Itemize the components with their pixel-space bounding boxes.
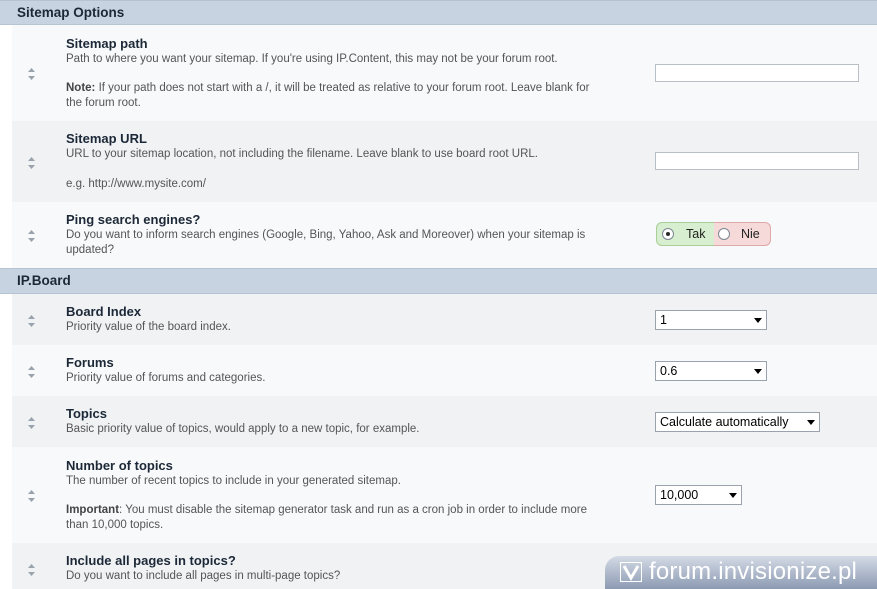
- board-index-select[interactable]: 1: [655, 310, 767, 330]
- select-value: 0.6: [660, 364, 678, 378]
- setting-description: Do you want to inform search engines (Go…: [66, 229, 586, 256]
- setting-important: Important: You must disable the sitemap …: [66, 503, 606, 533]
- topics-select[interactable]: Calculate automatically: [655, 412, 820, 432]
- select-value: Calculate automatically: [660, 415, 789, 429]
- chevron-down-icon: [807, 420, 815, 425]
- setting-label: Include all pages in topics?: [66, 553, 236, 568]
- drag-handle-icon[interactable]: [27, 314, 36, 328]
- yes-no-toggle: Tak Nie: [656, 222, 771, 246]
- select-value: 1: [660, 313, 667, 327]
- drag-handle-icon[interactable]: [27, 156, 36, 170]
- chevron-down-icon: [754, 318, 762, 323]
- sitemap-path-input[interactable]: [655, 64, 859, 82]
- drag-handle-icon[interactable]: [27, 563, 36, 577]
- setting-description: The number of recent topics to include i…: [66, 475, 401, 487]
- setting-note: Note: If your path does not start with a…: [66, 81, 606, 111]
- yes-option[interactable]: Tak: [656, 222, 714, 246]
- important-label: Important: [66, 504, 120, 516]
- setting-row-sitemap-path: Sitemap path Path to where you want your…: [12, 25, 877, 121]
- drag-handle-icon[interactable]: [27, 489, 36, 503]
- radio-button-icon[interactable]: [718, 228, 730, 240]
- setting-label: Ping search engines?: [66, 212, 201, 227]
- setting-label: Forums: [66, 355, 114, 370]
- setting-description: Priority value of the board index.: [66, 321, 231, 333]
- setting-label: Topics: [66, 406, 107, 421]
- radio-button-icon[interactable]: [662, 228, 674, 240]
- setting-description: Priority value of forums and categories.: [66, 372, 266, 384]
- setting-label: Sitemap URL: [66, 131, 147, 146]
- setting-label: Number of topics: [66, 458, 173, 473]
- setting-row-topics: Topics Basic priority value of topics, w…: [12, 396, 877, 447]
- setting-row-number-of-topics: Number of topics The number of recent to…: [12, 447, 877, 543]
- sitemap-url-input[interactable]: [655, 152, 859, 170]
- setting-label: Sitemap path: [66, 36, 148, 51]
- no-option[interactable]: Nie: [714, 222, 771, 246]
- important-text: : You must disable the sitemap generator…: [66, 504, 587, 531]
- note-text: If your path does not start with a /, it…: [66, 82, 590, 109]
- watermark-text: forum.invisionize.pl: [649, 558, 858, 585]
- chevron-down-icon: [729, 493, 737, 498]
- section-header-sitemap-options: Sitemap Options: [0, 0, 877, 25]
- drag-handle-icon[interactable]: [27, 365, 36, 379]
- setting-description: Basic priority value of topics, would ap…: [66, 423, 420, 435]
- select-value: 10,000: [660, 488, 699, 502]
- setting-description: Do you want to include all pages in mult…: [66, 570, 341, 582]
- number-of-topics-select[interactable]: 10,000: [655, 485, 742, 505]
- section-header-ipboard: IP.Board: [0, 268, 877, 294]
- forums-select[interactable]: 0.6: [655, 361, 767, 381]
- drag-handle-icon[interactable]: [27, 67, 36, 81]
- drag-handle-icon[interactable]: [27, 416, 36, 430]
- setting-label: Board Index: [66, 304, 142, 319]
- invisionize-logo-icon: [620, 562, 642, 582]
- drag-handle-icon[interactable]: [27, 229, 36, 243]
- yes-label: Tak: [686, 227, 706, 241]
- setting-description: Path to where you want your sitemap. If …: [66, 53, 558, 65]
- chevron-down-icon: [754, 369, 762, 374]
- setting-row-board-index: Board Index Priority value of the board …: [12, 294, 877, 345]
- setting-row-forums: Forums Priority value of forums and cate…: [12, 345, 877, 396]
- setting-row-sitemap-url: Sitemap URL URL to your sitemap location…: [12, 121, 877, 202]
- setting-row-ping-search-engines: Ping search engines? Do you want to info…: [12, 202, 877, 268]
- watermark-banner: forum.invisionize.pl: [605, 556, 877, 589]
- setting-example: e.g. http://www.mysite.com/: [66, 178, 206, 190]
- setting-description: URL to your sitemap location, not includ…: [66, 148, 538, 160]
- no-label: Nie: [741, 227, 760, 241]
- note-label: Note:: [66, 82, 96, 94]
